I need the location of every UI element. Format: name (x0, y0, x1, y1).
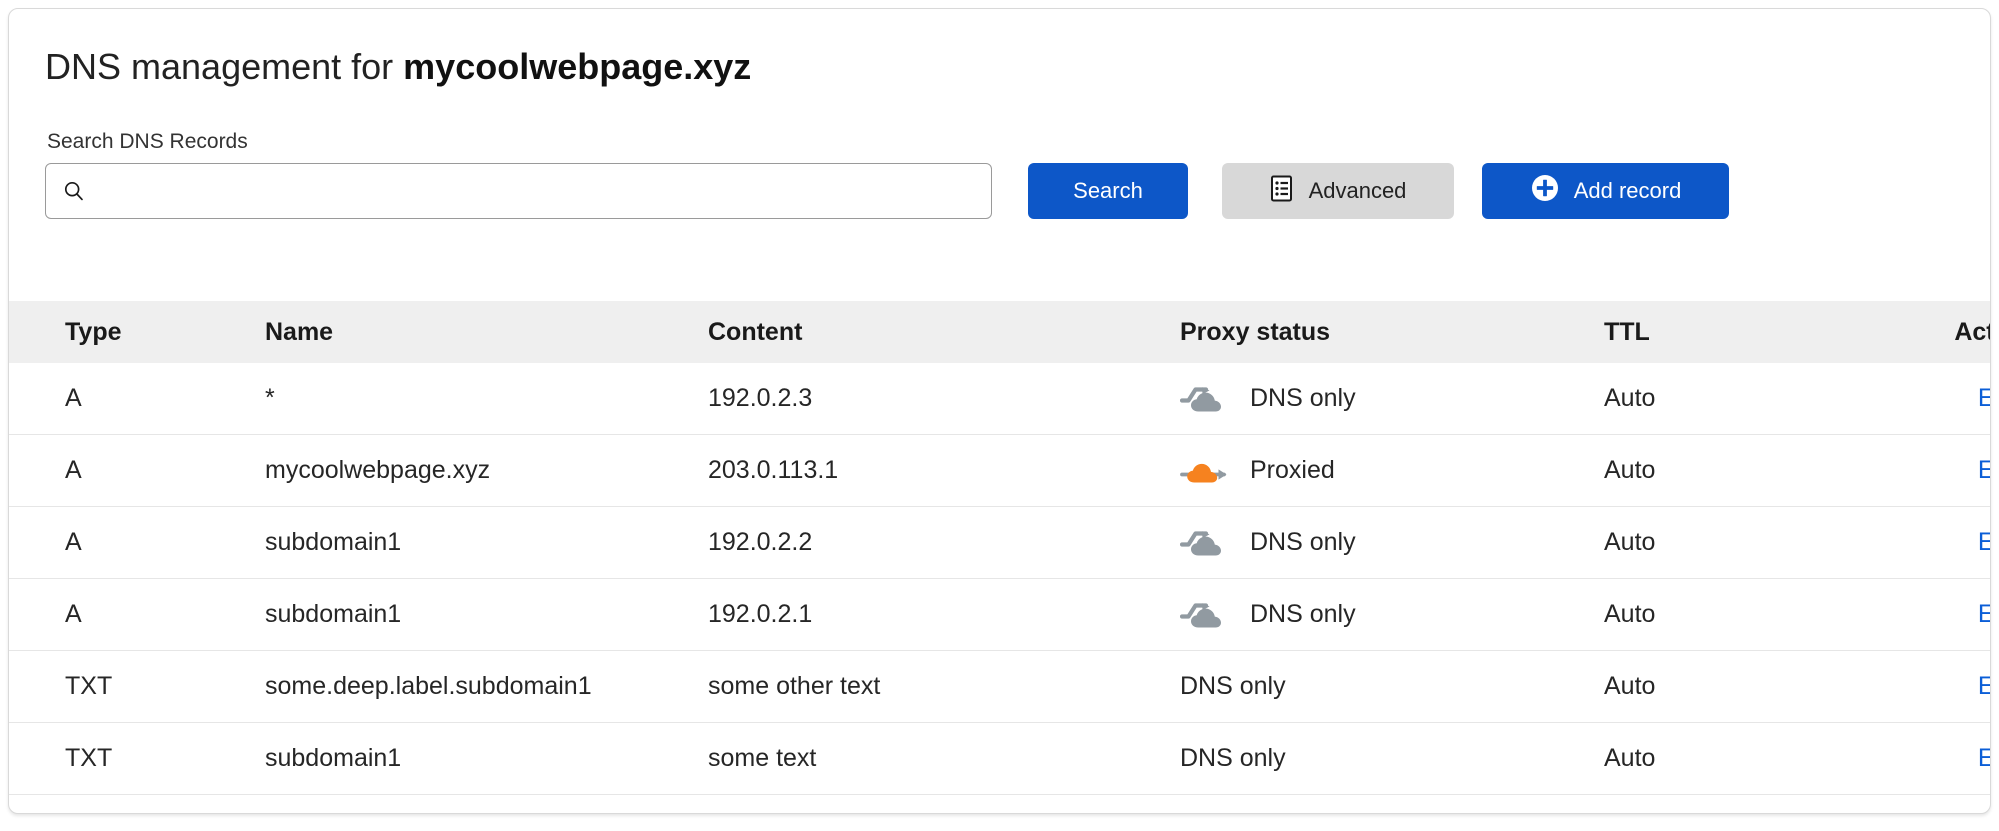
cell-type: A (65, 456, 82, 484)
table-row: TXT subdomain1 some text DNS only Auto E… (9, 722, 1990, 795)
table-head: Type Name Content Proxy status TTL Actio… (9, 301, 1991, 363)
search-toolbar: Search Advanced Add record (45, 163, 1965, 225)
proxy-status-group: DNS only (1180, 579, 1604, 650)
edit-record-link[interactable]: Edit (1978, 672, 1990, 701)
proxy-status-group: DNS only (1180, 363, 1604, 434)
table-header-row: Type Name Content Proxy status TTL Actio… (9, 301, 1991, 363)
column-header-actions: Actions (1954, 317, 1991, 346)
cell-content: 192.0.2.3 (708, 384, 813, 412)
cloud-dns-only-icon (1180, 384, 1228, 414)
edit-record-link[interactable]: Edit (1978, 384, 1990, 413)
proxy-status-label: Proxied (1250, 456, 1335, 484)
cell-content: some other text (708, 672, 881, 700)
column-header-name: Name (265, 317, 334, 346)
edit-link-label: Edit (1978, 672, 1990, 701)
proxy-status-label: DNS only (1250, 384, 1356, 412)
edit-record-link[interactable]: Edit (1978, 744, 1990, 773)
cell-type: A (65, 384, 82, 412)
cell-actions: Edit (1794, 507, 1990, 579)
search-icon (62, 179, 86, 203)
cell-ttl: Auto (1604, 744, 1656, 772)
proxy-status-group: DNS only (1180, 723, 1604, 794)
cell-name: * (265, 384, 275, 412)
cell-content: some text (708, 744, 817, 772)
proxy-status-group: Proxied (1180, 435, 1604, 506)
search-input-wrapper[interactable] (45, 163, 992, 219)
cell-proxy-status: DNS only (1180, 363, 1604, 435)
column-header-type: Type (65, 317, 122, 346)
cell-actions: Edit (1794, 651, 1990, 723)
table-row: TXT some.deep.label.subdomain1 some othe… (9, 650, 1990, 723)
cell-content: 192.0.2.2 (708, 528, 813, 556)
cell-ttl: Auto (1604, 672, 1656, 700)
column-header-content: Content (708, 317, 803, 346)
table-body: A * 192.0.2.3 DNS only Auto Edit A mycoo… (9, 363, 1990, 795)
cell-ttl: Auto (1604, 456, 1656, 484)
cloud-dns-only-icon (1180, 600, 1228, 630)
edit-record-link[interactable]: Edit (1978, 456, 1990, 485)
cell-type: TXT (65, 744, 113, 772)
cell-name: subdomain1 (265, 600, 402, 628)
page-title-prefix: DNS management for (45, 46, 404, 87)
cell-actions: Edit (1794, 435, 1990, 507)
cell-name: subdomain1 (265, 528, 402, 556)
cell-ttl: Auto (1604, 384, 1656, 412)
plus-circle-icon (1530, 173, 1560, 209)
page-title: DNS management for mycoolwebpage.xyz (45, 49, 751, 85)
cell-actions: Edit (1794, 363, 1990, 435)
cell-actions: Edit (1794, 579, 1990, 651)
cell-name: some.deep.label.subdomain1 (265, 672, 592, 700)
dns-management-page: DNS management for mycoolwebpage.xyz Sea… (0, 0, 1999, 831)
edit-link-label: Edit (1978, 384, 1990, 413)
cloud-proxied-icon (1180, 456, 1228, 486)
search-button[interactable]: Search (1028, 163, 1188, 219)
add-record-button-label: Add record (1573, 178, 1682, 203)
cell-name: subdomain1 (265, 744, 402, 772)
cell-name: mycoolwebpage.xyz (265, 456, 491, 484)
cell-type: A (65, 528, 82, 556)
edit-record-link[interactable]: Edit (1978, 600, 1990, 629)
cell-content: 203.0.113.1 (708, 456, 839, 484)
cell-type: TXT (65, 672, 113, 700)
page-title-domain: mycoolwebpage.xyz (403, 46, 752, 87)
table-row: A * 192.0.2.3 DNS only Auto Edit (9, 363, 1990, 435)
proxy-status-group: DNS only (1180, 507, 1604, 578)
dns-records-table: Type Name Content Proxy status TTL Actio… (9, 301, 1991, 795)
table-row: A subdomain1 192.0.2.1 DNS only Auto Edi… (9, 578, 1990, 651)
cell-proxy-status: DNS only (1180, 723, 1604, 795)
edit-record-link[interactable]: Edit (1978, 528, 1990, 557)
search-input[interactable] (86, 164, 991, 218)
add-record-button[interactable]: Add record (1482, 163, 1729, 219)
cell-proxy-status: Proxied (1180, 435, 1604, 507)
cell-proxy-status: DNS only (1180, 579, 1604, 651)
cell-content: 192.0.2.1 (708, 600, 813, 628)
column-header-proxy-status: Proxy status (1180, 317, 1331, 346)
edit-link-label: Edit (1978, 744, 1990, 773)
dns-management-card: DNS management for mycoolwebpage.xyz Sea… (8, 8, 1991, 814)
cell-proxy-status: DNS only (1180, 651, 1604, 723)
proxy-status-label: DNS only (1180, 672, 1286, 700)
column-header-ttl: TTL (1604, 317, 1650, 346)
table-row: A mycoolwebpage.xyz 203.0.113.1 Proxied … (9, 434, 1990, 507)
search-button-label: Search (1073, 178, 1143, 203)
cell-actions: Edit (1794, 723, 1990, 795)
cell-type: A (65, 600, 82, 628)
proxy-status-label: DNS only (1180, 744, 1286, 772)
cell-ttl: Auto (1604, 528, 1656, 556)
proxy-status-label: DNS only (1250, 528, 1356, 556)
cell-proxy-status: DNS only (1180, 507, 1604, 579)
edit-link-label: Edit (1978, 600, 1990, 629)
table-row: A subdomain1 192.0.2.2 DNS only Auto Edi… (9, 506, 1990, 579)
edit-link-label: Edit (1978, 528, 1990, 557)
list-document-icon (1270, 175, 1295, 208)
advanced-button-label: Advanced (1308, 178, 1407, 203)
cloud-dns-only-icon (1180, 528, 1228, 558)
edit-link-label: Edit (1978, 456, 1990, 485)
proxy-status-group: DNS only (1180, 651, 1604, 722)
cell-ttl: Auto (1604, 600, 1656, 628)
proxy-status-label: DNS only (1250, 600, 1356, 628)
search-label: Search DNS Records (47, 130, 248, 153)
advanced-button[interactable]: Advanced (1222, 163, 1454, 219)
